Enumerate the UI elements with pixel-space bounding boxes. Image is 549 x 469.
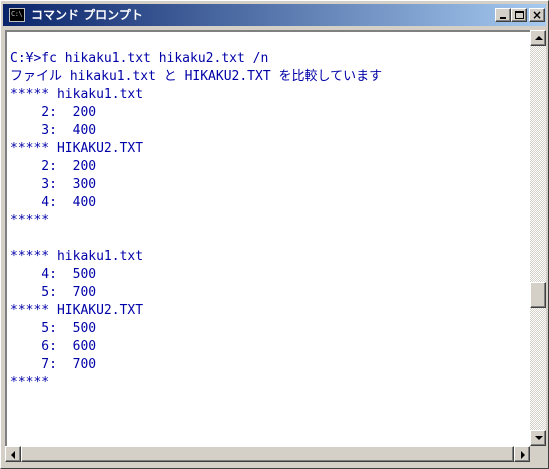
scroll-left-button[interactable] — [5, 446, 21, 462]
scroll-up-button[interactable] — [530, 30, 546, 46]
console-line: 2: 200 — [10, 105, 97, 120]
console-line: 7: 700 — [10, 357, 97, 372]
close-button[interactable]: × — [529, 8, 545, 22]
right-arrow-icon — [521, 451, 525, 459]
console-line: 3: 400 — [10, 123, 97, 138]
left-arrow-icon — [11, 451, 15, 459]
console-line: 4: 400 — [10, 195, 97, 210]
console-line: 3: 300 — [10, 177, 97, 192]
console-line: ***** — [10, 213, 50, 228]
horizontal-scroll-thumb[interactable] — [21, 446, 514, 462]
console-output[interactable]: C:¥>fc hikaku1.txt hikaku2.txt /n ファイル hi… — [5, 30, 530, 446]
console-line: ***** hikaku1.txt — [10, 87, 144, 102]
console-line: 5: 500 — [10, 321, 97, 336]
maximize-icon — [515, 11, 524, 19]
console-line: 2: 200 — [10, 159, 97, 174]
down-arrow-icon — [535, 436, 543, 440]
scroll-down-button[interactable] — [530, 430, 546, 446]
vertical-scroll-thumb[interactable] — [530, 282, 546, 308]
console-line: 5: 700 — [10, 285, 97, 300]
minimize-button[interactable] — [495, 8, 511, 22]
console-lines: C:¥>fc hikaku1.txt hikaku2.txt /n ファイル hi… — [10, 50, 382, 446]
scrollbar-corner — [530, 446, 546, 462]
console-app-icon[interactable]: C:\ — [9, 8, 25, 22]
window-title: コマンド プロンプト — [31, 8, 143, 22]
console-line: 4: 500 — [10, 267, 97, 282]
up-arrow-icon — [535, 36, 543, 40]
console-line: ***** hikaku1.txt — [10, 249, 144, 264]
console-line: ファイル hikaku1.txt と HIKAKU2.TXT を比較しています — [10, 69, 383, 84]
scroll-right-button[interactable] — [514, 446, 530, 462]
console-line: ***** HIKAKU2.TXT — [10, 141, 144, 156]
console-line: C:¥>fc hikaku1.txt hikaku2.txt /n — [10, 51, 269, 66]
close-icon: × — [531, 8, 543, 22]
console-line: ***** — [10, 375, 50, 390]
app-icon-text: C:\ — [11, 10, 23, 18]
console-line: 6: 600 — [10, 339, 97, 354]
minimize-icon — [500, 17, 506, 19]
maximize-button[interactable] — [511, 8, 527, 22]
title-bar[interactable]: C:\ コマンド プロンプト × — [3, 4, 546, 26]
vertical-scrollbar[interactable] — [530, 30, 546, 446]
command-prompt-window: C:\ コマンド プロンプト × C:¥>fc hikaku1.txt hika… — [0, 0, 549, 469]
horizontal-scrollbar[interactable] — [5, 446, 530, 462]
console-line: ***** HIKAKU2.TXT — [10, 303, 144, 318]
